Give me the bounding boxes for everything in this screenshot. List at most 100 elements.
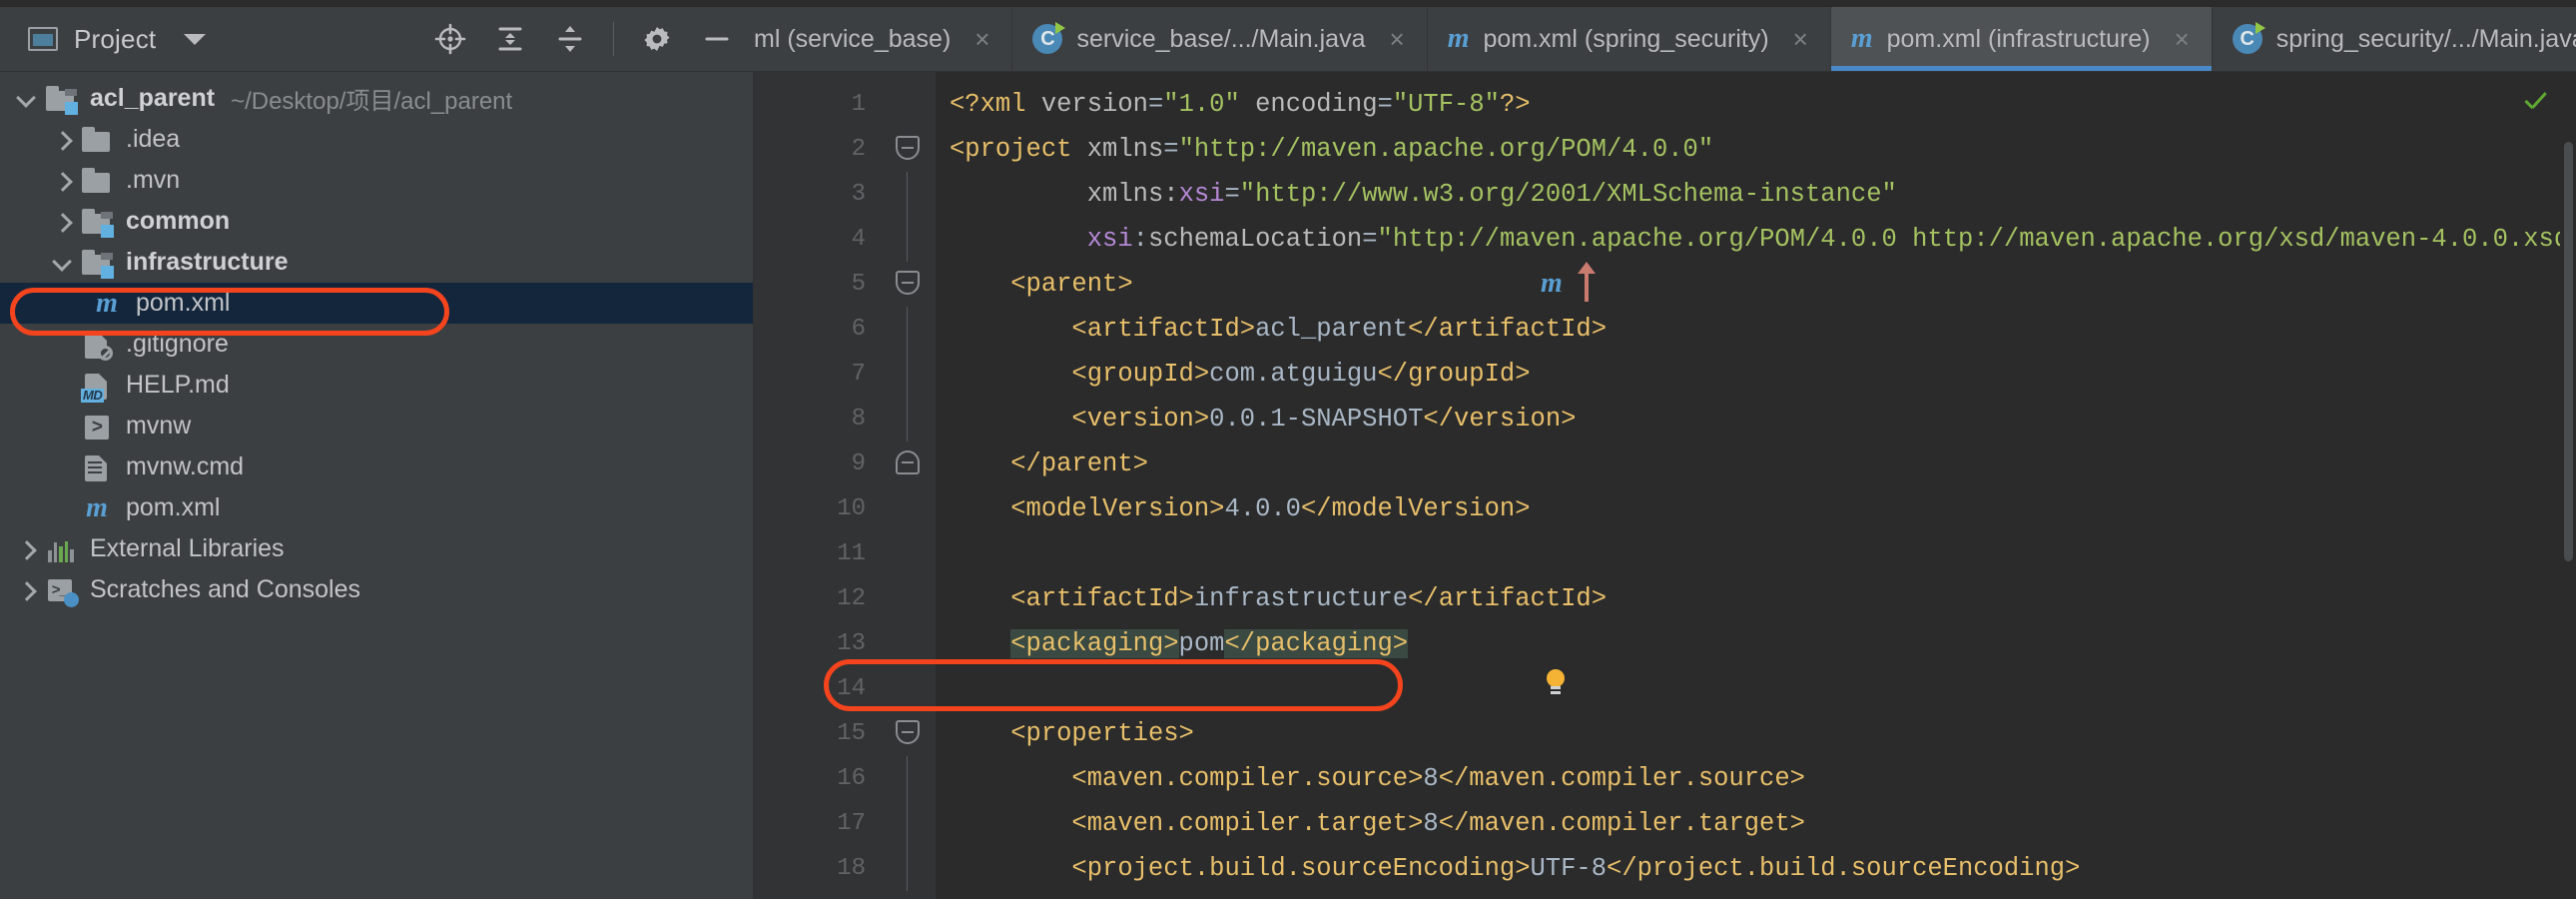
code-line — [936, 531, 2576, 576]
line-number: 1 — [754, 82, 884, 127]
tree-row-gitignore[interactable]: .gitignore — [0, 324, 753, 365]
chevron-down-icon[interactable] — [50, 250, 76, 276]
maven-icon: m — [90, 288, 124, 320]
code-token: </project.build.sourceEncoding> — [1607, 854, 2080, 883]
tree-row-mvnw-cmd[interactable]: mvnw.cmd — [0, 447, 753, 487]
lightbulb-intention-icon[interactable] — [1543, 669, 1569, 695]
chevron-right-icon[interactable] — [14, 536, 40, 562]
fold-marker[interactable] — [884, 262, 936, 307]
tree-row-root-pom[interactable]: m pom.xml — [0, 487, 753, 528]
code-line: <project xmlns="http://maven.apache.org/… — [936, 127, 2576, 172]
code-editor: 12345678910111213141516171819 <?xml vers… — [754, 72, 2576, 899]
editor-code-area[interactable]: <?xml version="1.0" encoding="UTF-8"?><p… — [936, 72, 2576, 899]
module-folder-icon — [44, 84, 78, 114]
top-bar: Project — [0, 7, 2576, 72]
ide-window: Project — [0, 0, 2576, 899]
project-view-button[interactable]: Project — [22, 20, 162, 59]
close-icon[interactable]: × — [2175, 26, 2190, 52]
tree-row-mvnw[interactable]: > mvnw — [0, 406, 753, 447]
code-token — [950, 180, 1087, 209]
tree-indent — [50, 414, 76, 440]
line-number: 17 — [754, 801, 884, 846]
tree-row-scratches[interactable]: >_ Scratches and Consoles — [0, 569, 753, 610]
tree-item-label: .gitignore — [126, 330, 229, 359]
tree-row-common[interactable]: common — [0, 201, 753, 242]
editor-tab-4[interactable]: spring_security/.../Main.java × — [2213, 7, 2576, 71]
close-icon[interactable]: × — [1390, 26, 1405, 52]
code-token — [950, 494, 1010, 523]
editor-tab-0[interactable]: ml (service_base) × — [754, 7, 1012, 71]
code-token: <groupId> — [1071, 360, 1209, 389]
line-number: 16 — [754, 756, 884, 801]
chevron-down-icon[interactable] — [14, 86, 40, 112]
editor-tab-3-active[interactable]: m pom.xml (infrastructure) × — [1831, 7, 2213, 71]
fold-marker — [884, 397, 936, 442]
tree-row-mvn[interactable]: .mvn — [0, 160, 753, 201]
code-token: </modelVersion> — [1301, 494, 1531, 523]
maven-icon[interactable]: m — [1541, 268, 1563, 300]
tree-row-infrastructure-pom[interactable]: m pom.xml — [0, 283, 753, 324]
code-token: xmlns: — [1087, 180, 1179, 209]
code-line: <?xml version="1.0" encoding="UTF-8"?> — [936, 82, 2576, 127]
code-token: </artifactId> — [1408, 315, 1607, 344]
code-token: "1.0" — [1163, 90, 1240, 119]
tree-item-label: pom.xml — [126, 493, 220, 522]
chevron-down-icon[interactable] — [184, 34, 206, 45]
code-token: com.atguigu — [1209, 360, 1377, 389]
tree-row-idea[interactable]: .idea — [0, 119, 753, 160]
checkmark-ok-icon[interactable] — [2522, 92, 2548, 118]
chevron-right-icon[interactable] — [50, 127, 76, 153]
tree-item-label: infrastructure — [126, 248, 289, 277]
tree-row-external-libraries[interactable]: External Libraries — [0, 528, 753, 569]
tree-row-help-md[interactable]: MD HELP.md — [0, 365, 753, 406]
window-top-stripe — [0, 0, 2576, 7]
gear-icon[interactable] — [640, 22, 674, 56]
code-token: = — [1148, 90, 1163, 119]
editor-tab-2[interactable]: m pom.xml (spring_security) × — [1428, 7, 1831, 71]
line-number: 15 — [754, 711, 884, 756]
scrollbar-thumb[interactable] — [2564, 142, 2573, 561]
fold-marker — [884, 576, 936, 621]
module-folder-icon — [80, 248, 114, 278]
code-token — [950, 405, 1071, 434]
close-icon[interactable]: × — [1793, 26, 1808, 52]
minimize-icon[interactable] — [700, 22, 734, 56]
collapse-all-icon[interactable] — [553, 22, 587, 56]
tree-row-acl-parent[interactable]: acl_parent ~/Desktop/项目/acl_parent — [0, 78, 753, 119]
code-token: <artifactId> — [1071, 315, 1255, 344]
code-line — [936, 666, 2576, 711]
arrow-up-icon[interactable] — [1585, 272, 1589, 302]
code-token — [950, 584, 1010, 613]
code-token: </version> — [1423, 405, 1576, 434]
folder-icon — [80, 125, 114, 155]
code-token: xmlns — [1087, 135, 1164, 164]
code-token: <artifactId> — [1010, 584, 1194, 613]
fold-marker — [884, 172, 936, 217]
editor-tab-1[interactable]: service_base/.../Main.java × — [1012, 7, 1427, 71]
code-token: <maven.compiler.target> — [1071, 809, 1423, 838]
line-number: 3 — [754, 172, 884, 217]
editor-scrollbar[interactable] — [2560, 72, 2576, 899]
chevron-right-icon[interactable] — [50, 168, 76, 194]
chevron-right-icon[interactable] — [14, 577, 40, 603]
fold-marker[interactable] — [884, 711, 936, 756]
tree-row-infrastructure[interactable]: infrastructure — [0, 242, 753, 283]
code-token: <parent> — [1010, 270, 1132, 299]
code-line: </parent> — [936, 442, 2576, 486]
tree-item-label: mvnw.cmd — [126, 452, 244, 481]
code-line: <artifactId>infrastructure</artifactId> — [936, 576, 2576, 621]
code-token: : — [1133, 225, 1148, 254]
tree-indent — [50, 495, 76, 521]
expand-all-icon[interactable] — [493, 22, 527, 56]
line-number: 18 — [754, 846, 884, 891]
fold-marker — [884, 217, 936, 262]
chevron-right-icon[interactable] — [50, 209, 76, 235]
tree-item-label: HELP.md — [126, 371, 230, 400]
close-icon[interactable]: × — [974, 26, 989, 52]
code-token: schemaLocation — [1148, 225, 1362, 254]
project-toolbar-actions — [433, 22, 754, 56]
code-token: </artifactId> — [1408, 584, 1607, 613]
locate-target-icon[interactable] — [433, 22, 467, 56]
code-token: "http://www.w3.org/2001/XMLSchema-instan… — [1240, 180, 1897, 209]
fold-marker[interactable] — [884, 127, 936, 172]
